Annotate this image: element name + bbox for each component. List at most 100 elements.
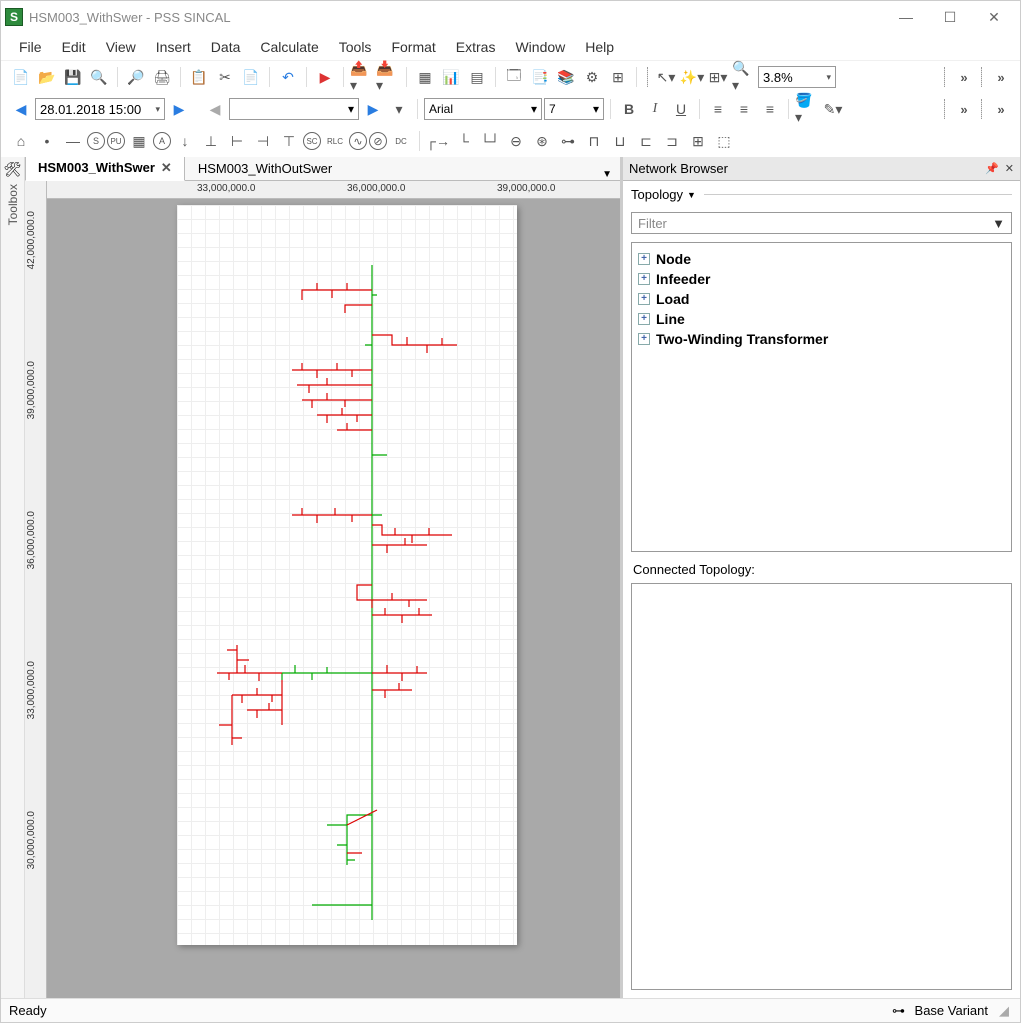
overflow-button-4[interactable]: » xyxy=(988,97,1012,121)
search-icon[interactable]: 🔍 xyxy=(87,65,111,89)
open-folder-icon[interactable]: 📂 xyxy=(35,65,59,89)
expand-icon[interactable]: + xyxy=(638,253,650,265)
align-right-icon[interactable]: ≡ xyxy=(758,97,782,121)
close-icon[interactable]: ✕ xyxy=(161,160,172,175)
dc-element-icon[interactable]: DC xyxy=(389,129,413,153)
filter-icon[interactable]: ⊞ xyxy=(606,65,630,89)
canvas-area[interactable]: 42,000,000.0 39,000,000.0 36,000,000.0 3… xyxy=(25,181,620,998)
print-icon[interactable]: 🖨 xyxy=(150,65,174,89)
minimize-button[interactable]: — xyxy=(884,3,928,31)
menu-help[interactable]: Help xyxy=(575,35,624,59)
filter-input[interactable]: Filter▼ xyxy=(631,212,1012,234)
load-icon[interactable]: ↓ xyxy=(173,129,197,153)
options-icon[interactable]: ⚙ xyxy=(580,65,604,89)
underline-icon[interactable]: U xyxy=(669,97,693,121)
element-e2-icon[interactable]: ⊔ xyxy=(608,129,632,153)
connector-3-icon[interactable]: └┘ xyxy=(478,129,502,153)
close-panel-icon[interactable]: ✕ xyxy=(1005,162,1014,175)
menu-insert[interactable]: Insert xyxy=(146,35,201,59)
overflow-button-1[interactable]: » xyxy=(951,65,975,89)
transformer-3w-icon[interactable]: ⊛ xyxy=(530,129,554,153)
variant-select[interactable]: ▾ xyxy=(229,98,359,120)
menu-extras[interactable]: Extras xyxy=(446,35,506,59)
date-input[interactable]: 28.01.2018 15:00▾ xyxy=(35,98,165,120)
menu-format[interactable]: Format xyxy=(381,35,445,59)
import-icon[interactable]: 📥▾ xyxy=(376,65,400,89)
variant-next-icon[interactable]: ▶ xyxy=(361,97,385,121)
run-icon[interactable]: ▶ xyxy=(313,65,337,89)
menu-window[interactable]: Window xyxy=(505,35,575,59)
sc-element-icon[interactable]: SC xyxy=(303,132,321,150)
transformer-2w-icon[interactable]: ⊖ xyxy=(504,129,528,153)
switch-icon[interactable]: ⊶ xyxy=(556,129,580,153)
wand-icon[interactable]: ✨▾ xyxy=(680,65,704,89)
expand-icon[interactable]: + xyxy=(638,313,650,325)
pu-element-icon[interactable]: PU xyxy=(107,132,125,150)
menu-edit[interactable]: Edit xyxy=(52,35,96,59)
cut-icon[interactable]: ✂ xyxy=(213,65,237,89)
variant-menu-icon[interactable]: ▾ xyxy=(387,97,411,121)
table-icon[interactable]: ▦ xyxy=(413,65,437,89)
element-t2-icon[interactable]: ⊢ xyxy=(225,129,249,153)
element-t1-icon[interactable]: ⊥ xyxy=(199,129,223,153)
variant-prev-icon[interactable]: ◀ xyxy=(203,97,227,121)
tab-withoutswer[interactable]: HSM003_WithOutSwer xyxy=(185,157,345,180)
font-size-select[interactable]: 7▾ xyxy=(544,98,604,120)
topology-dropdown[interactable]: Topology▼ xyxy=(623,181,1020,208)
tree-item-node[interactable]: +Node xyxy=(638,249,1005,269)
expand-icon[interactable]: + xyxy=(638,273,650,285)
element-e1-icon[interactable]: ⊓ xyxy=(582,129,606,153)
group-icon[interactable]: ⬚ xyxy=(712,129,736,153)
new-file-icon[interactable]: 📄 xyxy=(9,65,33,89)
save-icon[interactable]: 💾 xyxy=(61,65,85,89)
pointer-icon[interactable]: ↖▾ xyxy=(654,65,678,89)
s-element-icon[interactable]: S xyxy=(87,132,105,150)
element-e3-icon[interactable]: ⊏ xyxy=(634,129,658,153)
connector-1-icon[interactable]: ┌→ xyxy=(426,129,450,153)
grid-icon[interactable]: ⊞▾ xyxy=(706,65,730,89)
expand-icon[interactable]: + xyxy=(638,333,650,345)
bold-icon[interactable]: B xyxy=(617,97,641,121)
data-icon[interactable]: ▤ xyxy=(465,65,489,89)
menu-data[interactable]: Data xyxy=(201,35,251,59)
tree-item-line[interactable]: +Line xyxy=(638,309,1005,329)
align-center-icon[interactable]: ≡ xyxy=(732,97,756,121)
tree-item-load[interactable]: +Load xyxy=(638,289,1005,309)
drawing-canvas[interactable] xyxy=(177,205,517,945)
grid-element-icon[interactable]: ▦ xyxy=(127,129,151,153)
node-icon[interactable]: • xyxy=(35,129,59,153)
tree-item-transformer[interactable]: +Two-Winding Transformer xyxy=(638,329,1005,349)
tree-item-infeeder[interactable]: +Infeeder xyxy=(638,269,1005,289)
menu-view[interactable]: View xyxy=(96,35,146,59)
next-record-icon[interactable]: ▶ xyxy=(167,97,191,121)
line-element-icon[interactable]: — xyxy=(61,129,85,153)
menu-calculate[interactable]: Calculate xyxy=(250,35,328,59)
undo-icon[interactable]: ↶ xyxy=(276,65,300,89)
element-t3-icon[interactable]: ⊣ xyxy=(251,129,275,153)
font-name-select[interactable]: Arial▾ xyxy=(424,98,542,120)
align-left-icon[interactable]: ≡ xyxy=(706,97,730,121)
element-t4-icon[interactable]: ⊤ xyxy=(277,129,301,153)
pin-icon[interactable]: 📌 xyxy=(985,162,999,175)
copy-icon[interactable]: 📋 xyxy=(187,65,211,89)
overflow-button-2[interactable]: » xyxy=(988,65,1012,89)
overflow-button-3[interactable]: » xyxy=(951,97,975,121)
line-color-icon[interactable]: ✎▾ xyxy=(821,97,845,121)
zoom-icon[interactable]: 🔍▾ xyxy=(732,65,756,89)
chart-icon[interactable]: 📊 xyxy=(439,65,463,89)
prev-record-icon[interactable]: ◀ xyxy=(9,97,33,121)
close-button[interactable]: ✕ xyxy=(972,3,1016,31)
element-e4-icon[interactable]: ⊐ xyxy=(660,129,684,153)
resize-grip-icon[interactable]: ◢ xyxy=(996,1003,1012,1019)
rlc-element-icon[interactable]: RLC xyxy=(323,129,347,153)
sheets-icon[interactable]: 📚 xyxy=(554,65,578,89)
layers-icon[interactable]: 📑 xyxy=(528,65,552,89)
expand-icon[interactable]: + xyxy=(638,293,650,305)
paste-icon[interactable]: 📄 xyxy=(239,65,263,89)
menu-file[interactable]: File xyxy=(9,35,52,59)
italic-icon[interactable]: I xyxy=(643,97,667,121)
export-icon[interactable]: 📤▾ xyxy=(350,65,374,89)
zoom-input[interactable]: 3.8%▾ xyxy=(758,66,836,88)
menu-tools[interactable]: Tools xyxy=(329,35,382,59)
home-icon[interactable]: ⌂ xyxy=(9,129,33,153)
